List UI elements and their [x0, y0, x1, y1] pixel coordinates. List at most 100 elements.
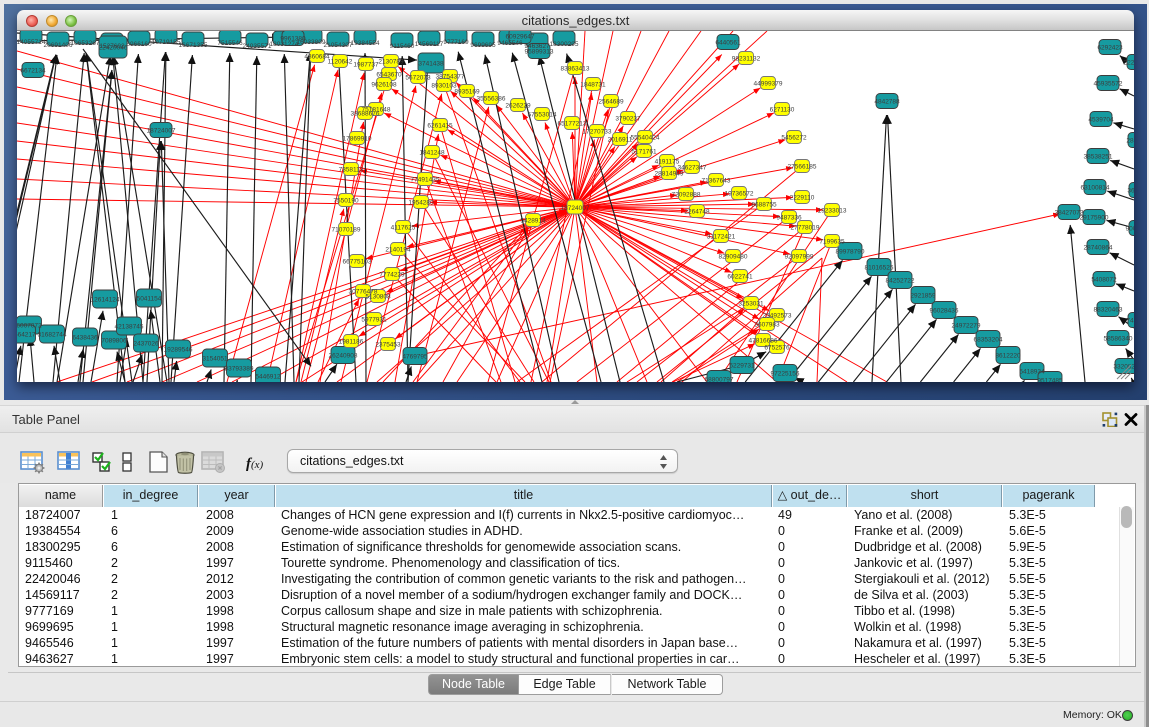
svg-text:2140194: 2140194	[385, 247, 411, 254]
svg-text:38688676: 38688676	[351, 111, 380, 118]
svg-text:5408072: 5408072	[1091, 277, 1117, 284]
svg-text:2016911: 2016911	[608, 137, 633, 144]
svg-text:5977931: 5977931	[361, 317, 387, 324]
svg-text:4191175: 4191175	[655, 159, 680, 166]
svg-text:7515546: 7515546	[217, 40, 243, 47]
svg-text:2375453: 2375453	[375, 342, 401, 349]
svg-text:6440561: 6440561	[715, 40, 741, 47]
svg-text:68353204: 68353204	[974, 337, 1003, 344]
svg-text:(x): (x)	[251, 459, 264, 471]
svg-text:7358113: 7358113	[339, 167, 364, 174]
svg-text:5446912: 5446912	[255, 374, 281, 381]
svg-text:22420046: 22420046	[99, 45, 128, 52]
svg-text:89978790: 89978790	[836, 249, 865, 256]
svg-text:45935572: 45935572	[1094, 81, 1123, 88]
svg-text:26240908: 26240908	[329, 353, 358, 360]
svg-text:9699695: 9699695	[470, 42, 496, 49]
svg-text:31172421: 31172421	[707, 234, 736, 241]
svg-text:6543670: 6543670	[376, 72, 402, 79]
svg-text:8688755: 8688755	[751, 202, 777, 209]
svg-text:3564217: 3564217	[17, 332, 36, 339]
svg-text:27566185: 27566185	[788, 164, 817, 171]
svg-text:63100814: 63100814	[1081, 185, 1110, 192]
svg-text:4860684: 4860684	[304, 54, 330, 61]
svg-text:2229110: 2229110	[790, 195, 815, 202]
svg-text:92097999: 92097999	[785, 254, 814, 261]
svg-text:24972279: 24972279	[952, 323, 981, 330]
svg-text:7550190: 7550190	[333, 198, 359, 205]
svg-text:14055714: 14055714	[17, 39, 46, 46]
svg-text:68800797: 68800797	[705, 377, 734, 383]
svg-text:9777169: 9777169	[443, 39, 469, 46]
svg-text:3741438: 3741438	[418, 61, 444, 68]
svg-text:4842788: 4842788	[874, 99, 900, 106]
svg-text:17270733: 17270733	[583, 129, 612, 136]
svg-text:3684052: 3684052	[1127, 188, 1134, 195]
svg-text:1841248: 1841248	[419, 150, 445, 157]
svg-text:5672073: 5672073	[405, 75, 431, 82]
svg-text:6292423: 6292423	[1097, 45, 1123, 52]
svg-text:25492573: 25492573	[763, 313, 792, 320]
svg-text:7455324: 7455324	[1126, 318, 1134, 325]
svg-text:71367643: 71367643	[702, 178, 731, 185]
svg-text:83863413: 83863413	[561, 66, 590, 73]
svg-text:8612220: 8612220	[995, 353, 1021, 360]
svg-text:6229731: 6229731	[729, 363, 755, 370]
svg-text:97225156: 97225156	[771, 371, 800, 378]
svg-text:9487336: 9487336	[776, 215, 802, 222]
svg-text:3790237: 3790237	[615, 116, 641, 123]
svg-text:55540424: 55540424	[631, 135, 660, 142]
svg-text:10653267: 10653267	[71, 40, 100, 47]
svg-text:7199635: 7199635	[819, 239, 845, 246]
svg-text:6438436: 6438436	[72, 335, 98, 342]
svg-text:18300295: 18300295	[550, 41, 579, 48]
svg-text:2564689: 2564689	[598, 99, 624, 106]
svg-text:98231132: 98231132	[732, 56, 761, 63]
svg-text:9961380: 9961380	[280, 36, 306, 43]
svg-text:9517485: 9517485	[1037, 378, 1063, 383]
svg-text:19289546: 19289546	[164, 347, 193, 354]
svg-text:35556386: 35556386	[477, 96, 506, 103]
svg-text:24035571: 24035571	[243, 43, 272, 50]
svg-text:6672134: 6672134	[20, 68, 46, 75]
svg-text:4539704: 4539704	[1088, 117, 1114, 124]
svg-text:2437026: 2437026	[133, 341, 159, 348]
svg-text:90048665: 90048665	[1126, 226, 1134, 233]
svg-text:5456272: 5456272	[781, 135, 807, 142]
svg-text:19384554: 19384554	[351, 40, 380, 47]
svg-text:6966160: 6966160	[126, 41, 152, 48]
svg-text:1848731: 1848731	[580, 82, 606, 89]
svg-text:83793389: 83793389	[225, 366, 254, 373]
svg-text:6271130: 6271130	[770, 107, 795, 114]
svg-text:96028436: 96028436	[930, 308, 959, 315]
svg-text:84252722: 84252722	[886, 278, 915, 285]
svg-text:1987737: 1987737	[353, 62, 379, 69]
svg-text:12614124: 12614124	[91, 297, 120, 304]
svg-text:18724007: 18724007	[561, 205, 590, 212]
svg-text:4769795: 4769795	[402, 354, 428, 361]
svg-text:5130808: 5130808	[365, 294, 391, 301]
svg-text:2839607: 2839607	[1126, 138, 1134, 145]
svg-text:27778019: 27778019	[791, 225, 820, 232]
svg-text:5418934: 5418934	[1019, 369, 1045, 376]
svg-text:81016525: 81016525	[865, 265, 894, 272]
svg-text:31682744: 31682744	[38, 332, 67, 339]
svg-text:9115460: 9115460	[390, 43, 415, 50]
svg-text:21054307: 21054307	[324, 42, 353, 49]
svg-text:82909480: 82909480	[719, 254, 748, 261]
svg-text:14569117: 14569117	[415, 41, 444, 48]
svg-text:19736572: 19736572	[725, 191, 754, 198]
svg-text:20691406: 20691406	[44, 42, 73, 49]
svg-text:1954280: 1954280	[408, 200, 434, 207]
svg-text:1120642: 1120642	[328, 59, 353, 66]
svg-text:28814949: 28814949	[655, 171, 684, 178]
svg-text:4117625: 4117625	[391, 225, 416, 232]
svg-text:88320463: 88320463	[1094, 307, 1123, 314]
svg-text:5171761: 5171761	[631, 149, 657, 156]
svg-text:7774229: 7774229	[379, 272, 405, 279]
svg-text:28740864: 28740864	[1084, 245, 1113, 252]
svg-text:3253031: 3253031	[738, 301, 764, 308]
svg-text:7089806: 7089806	[101, 338, 127, 345]
svg-text:44999379: 44999379	[754, 81, 783, 88]
svg-text:57553014: 57553014	[528, 112, 557, 119]
